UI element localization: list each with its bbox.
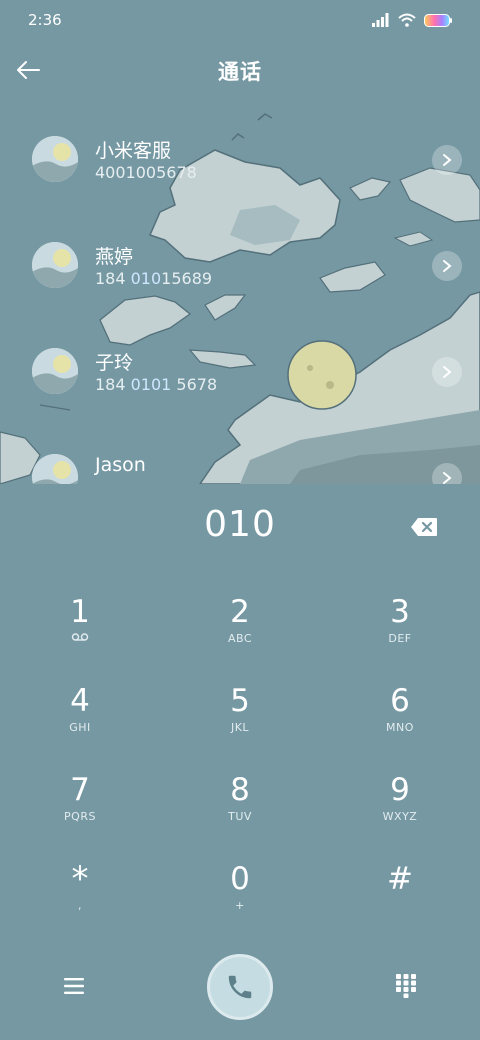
page-title: 通话 [218, 60, 262, 84]
chevron-right-icon [443, 260, 452, 272]
avatar [32, 348, 78, 394]
keypad-toggle-button[interactable] [388, 970, 424, 1002]
contact-name: 燕婷 [95, 246, 134, 268]
contact-row[interactable]: 子玲 184 0101 5678 [0, 320, 480, 426]
chevron-right-icon [443, 472, 452, 484]
contact-number: 184 01015689 [95, 269, 213, 288]
menu-button[interactable] [56, 970, 92, 1002]
contact-row[interactable]: 燕婷 184 01015689 [0, 214, 480, 320]
contact-name: 小米客服 [95, 140, 172, 162]
key-8[interactable]: 8 TUV [160, 758, 320, 846]
key-5[interactable]: 5 JKL [160, 669, 320, 757]
status-icons [372, 13, 452, 27]
chevron-right-icon [443, 154, 452, 166]
status-time: 2:36 [28, 11, 62, 29]
chevron-right-icon [443, 366, 452, 378]
key-star[interactable]: * , [0, 847, 160, 935]
key-3[interactable]: 3 DEF [320, 580, 480, 668]
contact-row[interactable]: Jason [0, 426, 480, 484]
avatar [32, 242, 78, 288]
header: 通话 [0, 48, 480, 92]
contact-name: 子玲 [95, 352, 134, 374]
menu-icon [64, 978, 84, 994]
signal-icon [372, 13, 389, 27]
key-9[interactable]: 9 WXYZ [320, 758, 480, 846]
call-button[interactable] [207, 954, 273, 1020]
key-1[interactable]: 1 [0, 580, 160, 668]
dial-display: 010 [0, 500, 480, 560]
dialpad-icon [396, 974, 416, 998]
contact-detail-button[interactable] [432, 357, 462, 387]
status-bar: 2:36 [0, 0, 480, 40]
battery-icon [424, 13, 452, 27]
contact-detail-button[interactable] [432, 251, 462, 281]
avatar [32, 454, 78, 484]
bottom-bar [0, 950, 480, 1024]
phone-icon [228, 975, 252, 999]
key-hash[interactable]: # [320, 847, 480, 935]
contact-number: 4001005678 [95, 163, 197, 182]
contact-name: Jason [95, 454, 146, 476]
backspace-button[interactable] [405, 514, 443, 540]
key-0[interactable]: 0 + [160, 847, 320, 935]
voicemail-icon [0, 632, 160, 646]
contact-number: 184 0101 5678 [95, 375, 218, 394]
contact-detail-button[interactable] [432, 145, 462, 175]
key-6[interactable]: 6 MNO [320, 669, 480, 757]
backspace-icon [411, 518, 437, 536]
key-2[interactable]: 2 ABC [160, 580, 320, 668]
contact-row[interactable]: 小米客服 4001005678 [0, 108, 480, 214]
contact-detail-button[interactable] [432, 463, 462, 484]
avatar [32, 136, 78, 182]
key-4[interactable]: 4 GHI [0, 669, 160, 757]
key-7[interactable]: 7 PQRS [0, 758, 160, 846]
contact-results-list: 小米客服 4001005678 燕婷 184 01015689 子玲 184 0… [0, 108, 480, 484]
wifi-icon [398, 13, 416, 27]
